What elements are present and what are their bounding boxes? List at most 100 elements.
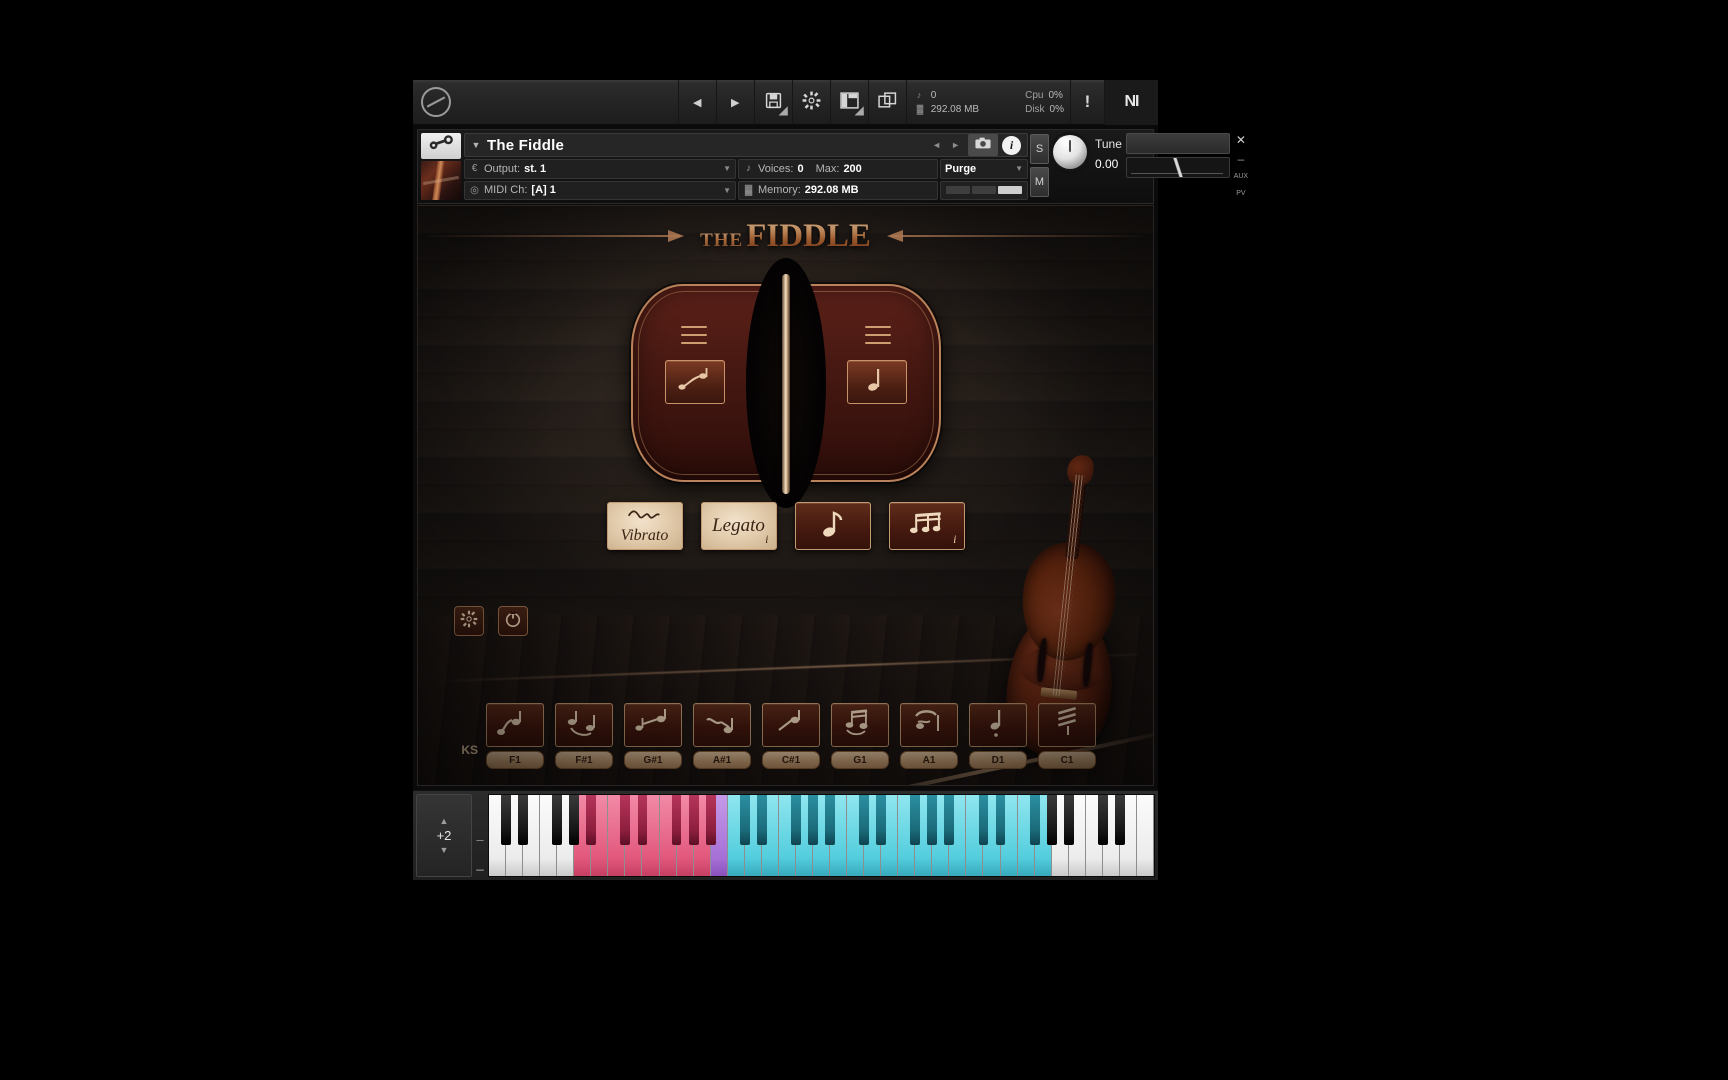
phrases-info-marker[interactable]: i [953,532,956,547]
black-key[interactable] [518,795,529,846]
keyswitch-icon-button[interactable] [762,703,820,747]
keyswitch-icon-button[interactable] [900,703,958,747]
keyswitch-icon-button[interactable] [486,703,544,747]
black-key[interactable] [756,795,767,846]
black-key[interactable] [944,795,955,846]
black-key[interactable] [995,795,1006,846]
keyswitch-key-label[interactable]: C1 [1038,751,1096,769]
black-key[interactable] [739,795,750,846]
quarter-note-icon [857,365,897,400]
black-key[interactable] [1097,795,1108,846]
black-key[interactable] [620,795,631,846]
memory-label: Memory: [758,184,801,197]
instrument-name-row: ▼ The Fiddle ◄ ► i [464,133,1028,157]
minimize-icon[interactable]: – [1238,153,1245,165]
black-key[interactable] [1029,795,1040,846]
black-key[interactable] [859,795,870,846]
transpose-down-button[interactable]: ▼ [440,845,449,855]
ornate-right-articulation-button[interactable] [846,360,907,404]
tune-knob[interactable] [1053,135,1087,169]
black-key[interactable] [1063,795,1074,846]
native-instruments-logo[interactable]: NI [1104,79,1158,125]
white-key[interactable] [1136,795,1154,876]
black-key[interactable] [671,795,682,846]
solo-button[interactable]: S [1030,134,1049,164]
black-key[interactable] [825,795,835,846]
keyswitch-icon-button[interactable] [624,703,682,747]
output-select[interactable]: € Output: st. 1 ▼ [464,159,736,179]
browser-panel-button[interactable] [829,79,868,125]
volume-slider[interactable] [1125,133,1230,154]
black-key[interactable] [790,795,801,846]
black-key[interactable] [910,795,921,846]
black-key[interactable] [637,795,648,846]
black-key[interactable] [705,795,716,846]
power-button[interactable] [498,606,528,636]
keyswitch-key-label[interactable]: G1 [831,751,889,769]
purge-menu[interactable]: Purge ▼ [940,159,1028,179]
keyswitch-key-label[interactable]: D1 [969,751,1027,769]
memory-stat-value: 292.08 MB [930,103,980,115]
save-button[interactable] [753,79,792,125]
keyswitch-icon-button[interactable] [1038,703,1096,747]
keyswitch-rack: KS F1 F#1 G#1 A#1 C#1 G1 A1 D1 C1 [444,691,1127,769]
black-key[interactable] [688,795,699,846]
black-key[interactable] [978,795,989,846]
multi-window-button[interactable] [867,79,906,125]
black-key[interactable] [808,795,818,846]
black-key[interactable] [876,795,887,846]
pan-slider[interactable] [1125,157,1230,178]
mute-button[interactable]: M [1030,167,1049,197]
midi-channel-select[interactable]: ◎ MIDI Ch: [A] 1 ▼ [464,180,736,200]
midi-keyboard[interactable] [488,794,1155,877]
keyswitch-icon-button[interactable] [555,703,613,747]
ornate-left-articulation-button[interactable] [664,360,725,404]
ornate-left-menu-button[interactable] [680,326,707,344]
articulation-phrases-button[interactable]: i [888,502,965,550]
articulation-vibrato-button[interactable]: Vibrato [606,502,683,550]
keyswitch-key-label[interactable]: A#1 [693,751,751,769]
voices-glyph-icon: ♪ [916,89,922,100]
keyswitch-key-label[interactable]: F1 [486,751,544,769]
transpose-control[interactable]: ▲ +2 ▼ [416,794,472,877]
options-button[interactable] [791,79,830,125]
keyswitch-icon-button[interactable] [969,703,1027,747]
chevron-down-icon[interactable]: ▼ [465,140,487,150]
alert-button[interactable]: ! [1070,79,1104,125]
articulation-legato-button[interactable]: Legato i [700,502,777,550]
transpose-up-button[interactable]: ▲ [440,816,449,826]
keyswitch-key-label[interactable]: F#1 [555,751,613,769]
articulation-sustain-button[interactable] [794,502,871,550]
keyswitch-key-label[interactable]: C#1 [762,751,820,769]
keyswitch-icon-button[interactable] [831,703,889,747]
black-key[interactable] [586,795,597,846]
tune-value[interactable]: 0.00 [1095,157,1122,171]
next-preset-button[interactable]: ▶ [715,79,754,125]
max-voices-value[interactable]: 200 [843,163,861,175]
info-icon[interactable]: i [1002,135,1021,155]
black-key[interactable] [927,795,938,846]
prev-snapshot-button[interactable]: ◄ [932,140,941,150]
grace-slide-note-icon [630,706,676,745]
single-note-icon [820,508,846,545]
black-key[interactable] [552,795,563,846]
black-key[interactable] [1046,795,1057,846]
purge-meter-segment [998,186,1022,195]
instrument-edit-button[interactable] [421,133,461,159]
keyswitch-icon-button[interactable] [693,703,751,747]
keyswitch-key-label[interactable]: A1 [900,751,958,769]
articulation-label: Vibrato [620,526,669,544]
legato-info-marker[interactable]: i [765,532,768,547]
instrument-header: ▼ The Fiddle ◄ ► i € Output: st. 1 ▼ ♪ V… [417,129,1248,204]
black-key[interactable] [569,795,580,846]
settings-button[interactable] [454,606,484,636]
articulation-label: Legato [712,515,765,536]
close-icon[interactable]: ✕ [1236,134,1246,146]
prev-preset-button[interactable]: ◀ [677,79,716,125]
next-snapshot-button[interactable]: ► [951,140,960,150]
snapshot-button[interactable] [968,134,998,156]
ornate-right-menu-button[interactable] [864,326,891,344]
black-key[interactable] [1114,795,1125,846]
black-key[interactable] [501,795,511,846]
keyswitch-key-label[interactable]: G#1 [624,751,682,769]
